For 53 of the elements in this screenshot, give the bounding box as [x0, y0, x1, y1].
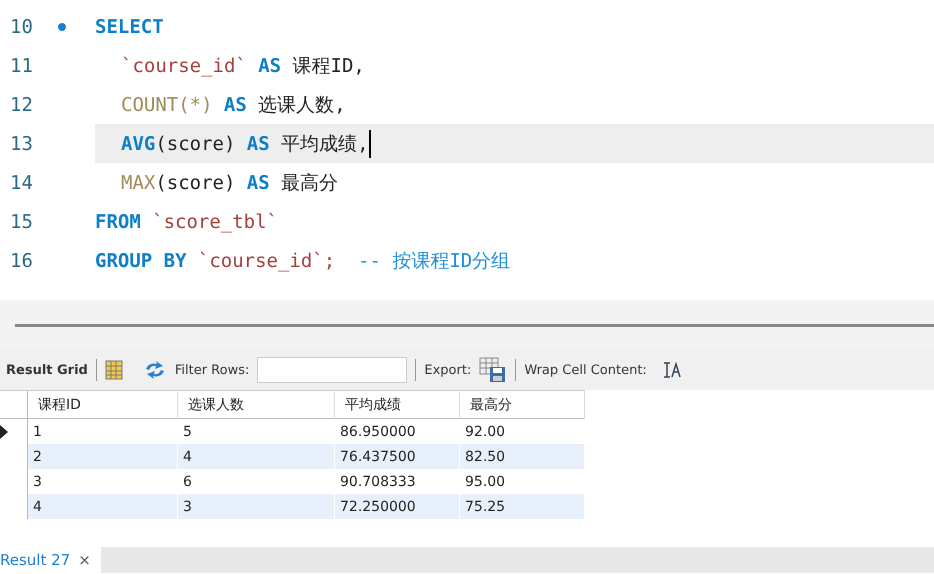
- columns-icon[interactable]: [104, 360, 123, 380]
- code-token: AS: [224, 94, 247, 116]
- code-token: 选课人数,: [258, 92, 346, 118]
- code-token: 课程ID,: [292, 54, 365, 78]
- line-number: 13: [9, 132, 34, 154]
- table-cell: 82.50: [460, 444, 585, 469]
- code-token: 最高分: [281, 170, 338, 196]
- code-token: (score): [155, 172, 236, 194]
- line-number: 15: [9, 210, 34, 232]
- code-token: AVG: [121, 132, 156, 154]
- code-token: COUNT(*): [121, 94, 213, 116]
- column-header[interactable]: 最高分: [460, 390, 585, 419]
- code-comment: -- 按课程ID分组: [357, 248, 510, 274]
- filter-rows-label: Filter Rows:: [174, 362, 250, 378]
- table-cell: 4: [28, 494, 178, 519]
- code-token: AS: [246, 172, 270, 194]
- code-token: AS: [246, 132, 270, 154]
- code-token: (score): [155, 132, 236, 154]
- table-cell: 72.250000: [335, 494, 460, 519]
- filter-rows-field[interactable]: [257, 357, 408, 383]
- line-number: 16: [9, 250, 34, 272]
- code-token: `course_id`;: [198, 250, 336, 272]
- wrap-text-icon[interactable]: [662, 361, 681, 379]
- code-token: 平均成绩,: [281, 132, 369, 156]
- column-header[interactable]: 选课人数: [178, 390, 335, 419]
- wrap-cell-content-label: Wrap Cell Content:: [524, 362, 647, 378]
- export-grid-icon[interactable]: [479, 357, 508, 383]
- result-grid-label: Result Grid: [6, 362, 88, 378]
- export-label: Export:: [424, 362, 472, 378]
- table-cell: 75.25: [460, 494, 585, 519]
- code-token: `course_id`: [121, 54, 247, 76]
- table-cell: 3: [178, 494, 335, 519]
- table-cell: 2: [28, 444, 178, 469]
- line-number: 10: [9, 16, 34, 38]
- code-token: FROM: [95, 210, 141, 232]
- table-cell: 4: [178, 444, 335, 469]
- code-token: GROUP BY: [95, 250, 187, 272]
- line-number: 14: [9, 172, 34, 194]
- code-token: AS: [258, 54, 282, 76]
- code-token: SELECT: [95, 16, 164, 38]
- grid-corner: [0, 390, 28, 419]
- column-header[interactable]: 平均成绩: [335, 390, 460, 419]
- line-number: 11: [9, 54, 34, 76]
- text-cursor: [368, 130, 371, 158]
- code-token: MAX: [121, 172, 156, 194]
- row-pointer-icon: [0, 424, 8, 438]
- column-header[interactable]: 课程ID: [28, 390, 178, 419]
- table-cell: 76.437500: [335, 444, 460, 469]
- line-number: 12: [9, 94, 34, 116]
- close-icon[interactable]: ×: [78, 551, 91, 569]
- code-token: `score_tbl`: [152, 210, 278, 232]
- row-selector-marker[interactable]: [0, 419, 28, 444]
- statement-marker-icon: [58, 22, 66, 30]
